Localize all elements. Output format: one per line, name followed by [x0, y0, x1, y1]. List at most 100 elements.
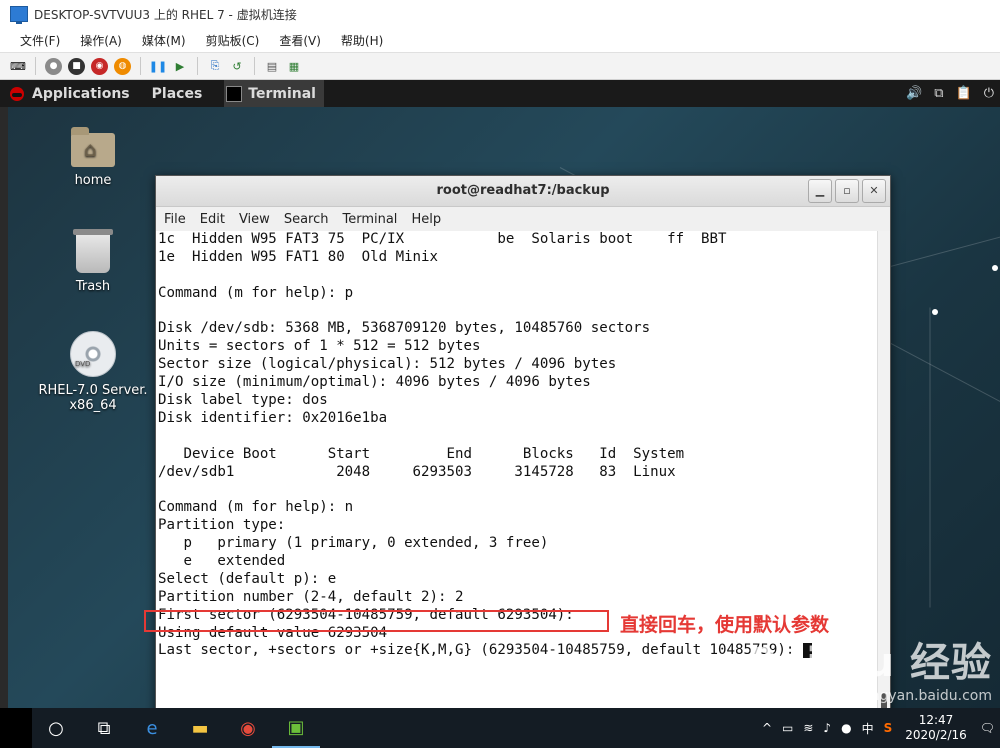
terminal-line: Partition type: — [158, 517, 286, 534]
menu-file[interactable]: 文件(F) — [10, 32, 70, 49]
taskbar-left-edge — [0, 708, 32, 748]
terminal-menu-view[interactable]: View — [232, 212, 277, 227]
gnome-desktop: home Trash RHEL-7.0 Server. x86_64 root@… — [0, 107, 1000, 708]
gnome-status-area[interactable]: 🔊 ⧉ 📋 ⏻ — [906, 80, 994, 107]
wifi-icon[interactable]: ≋ — [803, 721, 813, 735]
start-icon[interactable]: ● — [45, 57, 62, 75]
terminal-line: Disk label type: dos — [158, 392, 328, 409]
share-icon[interactable]: ▦ — [286, 58, 302, 74]
host-toolbar: ⌨ ● ■ ◉ ◍ ❚❚ ▶ ⎘ ↺ ▤ ▦ — [0, 52, 1000, 80]
menu-media[interactable]: 媒体(M) — [132, 32, 196, 49]
watermark-url: jingyan.baidu.com — [862, 688, 992, 704]
maximize-button[interactable]: ▫ — [835, 179, 859, 203]
redhat-logo-icon — [10, 86, 24, 101]
volume-icon[interactable]: 🔊 — [906, 86, 922, 101]
resume-icon[interactable]: ▶ — [172, 58, 188, 74]
save-state-icon[interactable]: ◍ — [114, 57, 131, 75]
terminal-menu-file[interactable]: File — [156, 212, 193, 227]
terminal-line: Sector size (logical/physical): 512 byte… — [158, 356, 617, 373]
terminal-menu-edit[interactable]: Edit — [193, 212, 232, 227]
dvd-disc-icon — [70, 331, 116, 377]
task-view-icon[interactable]: ⧉ — [80, 708, 128, 748]
shutdown-icon[interactable]: ◉ — [91, 57, 108, 75]
chrome-icon[interactable]: ◉ — [224, 708, 272, 748]
menu-help[interactable]: 帮助(H) — [331, 32, 393, 49]
sogou-icon[interactable]: S — [884, 721, 893, 735]
notification-icon[interactable]: 🗨 — [980, 721, 995, 735]
menu-clipboard[interactable]: 剪贴板(C) — [196, 32, 270, 49]
speaker-icon[interactable]: ♪ — [823, 721, 831, 735]
minimize-button[interactable]: ▁ — [808, 179, 832, 203]
terminal-line: Select (default p): e — [158, 570, 337, 587]
window-controls: ▁ ▫ ✕ — [808, 179, 886, 203]
windows-taskbar: ○ ⧉ e ▬ ◉ ▣ ^ ▭ ≋ ♪ ● 中 S 12:47 2020/2/1… — [0, 708, 1000, 748]
revert-icon[interactable]: ↺ — [229, 58, 245, 74]
clipboard-icon[interactable]: 📋 — [956, 86, 972, 101]
background-line — [929, 307, 931, 608]
cortana-icon[interactable]: ○ — [32, 708, 80, 748]
checkpoint-icon[interactable]: ⎘ — [207, 58, 223, 74]
terminal-line: 1e Hidden W95 FAT1 80 Old Minix — [158, 248, 439, 265]
host-left-edge — [0, 107, 8, 708]
ime-indicator[interactable]: 中 — [862, 720, 874, 737]
battery-icon[interactable]: ▭ — [782, 721, 793, 735]
terminal-task-label: Terminal — [248, 85, 316, 102]
pause-icon[interactable]: ❚❚ — [149, 58, 167, 74]
home-icon-label: home — [74, 173, 112, 188]
menu-view[interactable]: 查看(V) — [269, 32, 331, 49]
file-explorer-icon[interactable]: ▬ — [176, 708, 224, 748]
terminal-line: Disk /dev/sdb: 5368 MB, 5368709120 bytes… — [158, 320, 651, 337]
power-icon[interactable]: ⏻ — [984, 86, 994, 101]
trash-icon — [73, 229, 113, 273]
trash-desktop-icon[interactable]: Trash — [38, 229, 148, 294]
terminal-titlebar[interactable]: root@readhat7:/backup ▁ ▫ ✕ — [156, 176, 890, 207]
home-desktop-icon[interactable]: home — [38, 127, 148, 188]
watermark-brand: Bai du 经验 — [746, 640, 992, 686]
baidu-watermark: Bai du 经验 jingyan.baidu.com — [747, 630, 992, 704]
terminal-line: Partition number (2-4, default 2): 2 — [158, 588, 464, 605]
host-window-titlebar: DESKTOP-SVTVUU3 上的 RHEL 7 - 虚拟机连接 — [0, 0, 1000, 29]
enhanced-session-icon[interactable]: ▤ — [264, 58, 280, 74]
terminal-menubar: File Edit View Search Terminal Help — [156, 207, 890, 231]
places-menu[interactable]: Places — [152, 86, 203, 102]
close-button[interactable]: ✕ — [862, 179, 886, 203]
network-icon[interactable]: ⧉ — [934, 86, 943, 101]
trash-icon-label: Trash — [75, 279, 111, 294]
ctrl-alt-del-icon[interactable]: ⌨ — [10, 58, 26, 74]
terminal-task-button[interactable]: Terminal — [224, 80, 324, 107]
terminal-menu-terminal[interactable]: Terminal — [335, 212, 404, 227]
system-tray: ^ ▭ ≋ ♪ ● 中 S 12:47 2020/2/16 🗨 — [757, 708, 1000, 748]
clock-date: 2020/2/16 — [905, 728, 967, 742]
show-hidden-icons-icon[interactable]: ^ — [762, 721, 772, 735]
applications-menu[interactable]: Applications — [32, 86, 130, 102]
dvd-desktop-icon[interactable]: RHEL-7.0 Server. x86_64 — [38, 331, 148, 413]
terminal-line: e extended — [158, 553, 286, 570]
toolbar-separator — [140, 57, 141, 75]
dvd-icon-label-line2: x86_64 — [69, 398, 117, 413]
host-menubar: 文件(F) 操作(A) 媒体(M) 剪贴板(C) 查看(V) 帮助(H) — [0, 28, 1000, 52]
terminal-line: /dev/sdb1 2048 6293503 3145728 83 Linux — [158, 463, 676, 480]
gnome-top-bar: Applications Places Terminal 🔊 ⧉ 📋 ⏻ — [0, 80, 1000, 107]
toolbar-separator — [254, 57, 255, 75]
toolbar-separator — [35, 57, 36, 75]
turn-off-icon[interactable]: ■ — [68, 57, 85, 75]
home-folder-icon — [71, 127, 115, 167]
terminal-menu-help[interactable]: Help — [404, 212, 448, 227]
terminal-title: root@readhat7:/backup — [436, 183, 610, 198]
toolbar-separator — [197, 57, 198, 75]
terminal-line: p primary (1 primary, 0 extended, 3 free… — [158, 535, 549, 552]
terminal-menu-search[interactable]: Search — [277, 212, 336, 227]
clock-time: 12:47 — [918, 713, 954, 727]
edge-icon[interactable]: e — [128, 708, 176, 748]
qq-icon[interactable]: ● — [841, 721, 851, 735]
taskbar-clock[interactable]: 12:47 2020/2/16 — [905, 713, 967, 743]
terminal-prompt-text: Last sector, +sectors or +size{K,M,G} (6… — [158, 642, 803, 659]
menu-action[interactable]: 操作(A) — [70, 32, 132, 49]
terminal-line: Disk identifier: 0x2016e1ba — [158, 409, 388, 426]
terminal-line: 1c Hidden W95 FAT3 75 PC/IX be Solaris b… — [158, 231, 727, 247]
hyperv-connect-icon[interactable]: ▣ — [272, 708, 320, 748]
highlight-box — [144, 610, 609, 632]
